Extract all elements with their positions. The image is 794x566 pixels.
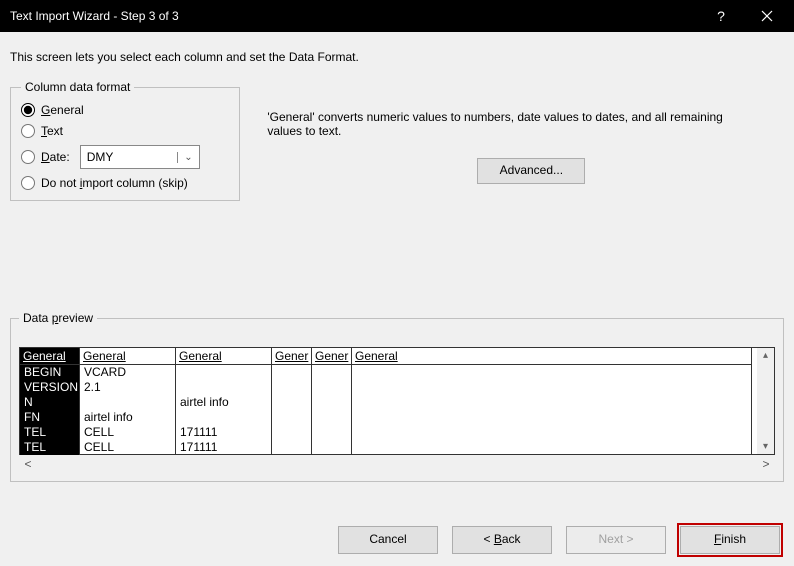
cancel-button[interactable]: Cancel — [338, 526, 438, 554]
column-header: General — [20, 348, 79, 365]
preview-cell — [80, 395, 175, 410]
scroll-up-icon: ▴ — [763, 350, 768, 361]
preview-legend: Data preview — [19, 311, 97, 325]
close-icon — [761, 10, 773, 22]
advanced-button[interactable]: Advanced... — [477, 158, 585, 184]
radio-date[interactable] — [21, 150, 35, 164]
preview-cell: VERSION — [20, 380, 79, 395]
preview-table: GeneralBEGINVERSIONNFNTELTELGeneralVCARD… — [20, 348, 774, 455]
preview-column[interactable]: General — [352, 348, 752, 455]
column-group-legend: Column data format — [21, 80, 134, 94]
info-column: 'General' converts numeric values to num… — [243, 80, 743, 184]
titlebar: Text Import Wizard - Step 3 of 3 ? — [0, 0, 794, 32]
preview-cell: 171111 — [176, 440, 271, 455]
preview-cell — [176, 380, 271, 395]
preview-cell — [272, 380, 311, 395]
radio-text-label[interactable]: Text — [41, 124, 63, 138]
vertical-scrollbar[interactable]: ▴ ▾ — [757, 348, 774, 454]
column-header: Gener — [272, 348, 311, 365]
preview-cell: 2.1 — [80, 380, 175, 395]
format-info-text: 'General' converts numeric values to num… — [267, 110, 743, 138]
preview-cell — [312, 380, 351, 395]
preview-cell — [272, 410, 311, 425]
preview-area: GeneralBEGINVERSIONNFNTELTELGeneralVCARD… — [19, 347, 775, 455]
preview-cell: FN — [20, 410, 79, 425]
preview-column[interactable]: General airtel info 171111171111 — [176, 348, 272, 455]
preview-cell: BEGIN — [20, 365, 79, 380]
window-title: Text Import Wizard - Step 3 of 3 — [10, 9, 698, 23]
radio-skip-label[interactable]: Do not import column (skip) — [41, 176, 188, 190]
preview-cell: TEL — [20, 440, 79, 455]
preview-cell: airtel info — [80, 410, 175, 425]
column-header: General — [176, 348, 271, 365]
preview-cell: VCARD — [80, 365, 175, 380]
back-button[interactable]: < Back — [452, 526, 552, 554]
preview-column[interactable]: GeneralBEGINVERSIONNFNTELTEL — [20, 348, 80, 455]
preview-cell — [312, 365, 351, 380]
radio-general-label[interactable]: General — [41, 103, 84, 117]
radio-skip[interactable] — [21, 176, 35, 190]
preview-cell — [312, 440, 351, 455]
preview-cell: airtel info — [176, 395, 271, 410]
radio-date-label[interactable]: Date: — [41, 150, 70, 164]
preview-cell: TEL — [20, 425, 79, 440]
preview-cell: CELL — [80, 425, 175, 440]
preview-cell: 171111 — [176, 425, 271, 440]
preview-column[interactable]: GeneralVCARD2.1airtel infoCELLCELL — [80, 348, 176, 455]
preview-column[interactable]: Gener — [312, 348, 352, 455]
date-format-select[interactable]: DMY ⌄ — [80, 145, 200, 169]
dialog-footer: Cancel < Back Next > Finish — [338, 526, 780, 554]
data-preview-group: Data preview GeneralBEGINVERSIONNFNTELTE… — [10, 311, 784, 482]
preview-cell — [272, 425, 311, 440]
preview-cell — [272, 395, 311, 410]
preview-cell — [352, 365, 751, 380]
preview-cell: N — [20, 395, 79, 410]
preview-cell — [352, 440, 751, 455]
preview-cell — [352, 425, 751, 440]
chevron-down-icon: ⌄ — [177, 152, 192, 163]
dialog-content: This screen lets you select each column … — [0, 32, 794, 492]
help-button[interactable]: ? — [698, 0, 744, 32]
preview-cell — [312, 410, 351, 425]
next-button: Next > — [566, 526, 666, 554]
column-data-format-group: Column data format General Text Date: DM… — [10, 80, 240, 201]
close-button[interactable] — [744, 0, 790, 32]
preview-cell — [312, 425, 351, 440]
date-format-value: DMY — [87, 150, 114, 164]
column-header: General — [80, 348, 175, 365]
preview-cell — [176, 365, 271, 380]
description-text: This screen lets you select each column … — [10, 50, 784, 64]
scroll-down-icon: ▾ — [763, 441, 768, 452]
scroll-left-icon: < — [19, 457, 37, 471]
horizontal-scrollbar[interactable]: < > — [19, 455, 775, 473]
preview-column[interactable]: Gener — [272, 348, 312, 455]
preview-cell — [312, 395, 351, 410]
preview-cell — [272, 440, 311, 455]
finish-button[interactable]: Finish — [680, 526, 780, 554]
radio-text[interactable] — [21, 124, 35, 138]
scroll-right-icon: > — [757, 457, 775, 471]
column-header: Gener — [312, 348, 351, 365]
preview-cell — [272, 365, 311, 380]
preview-cell: CELL — [80, 440, 175, 455]
preview-cell — [352, 410, 751, 425]
radio-general[interactable] — [21, 103, 35, 117]
preview-cell — [176, 410, 271, 425]
preview-cell — [352, 395, 751, 410]
preview-cell — [352, 380, 751, 395]
column-header: General — [352, 348, 751, 365]
